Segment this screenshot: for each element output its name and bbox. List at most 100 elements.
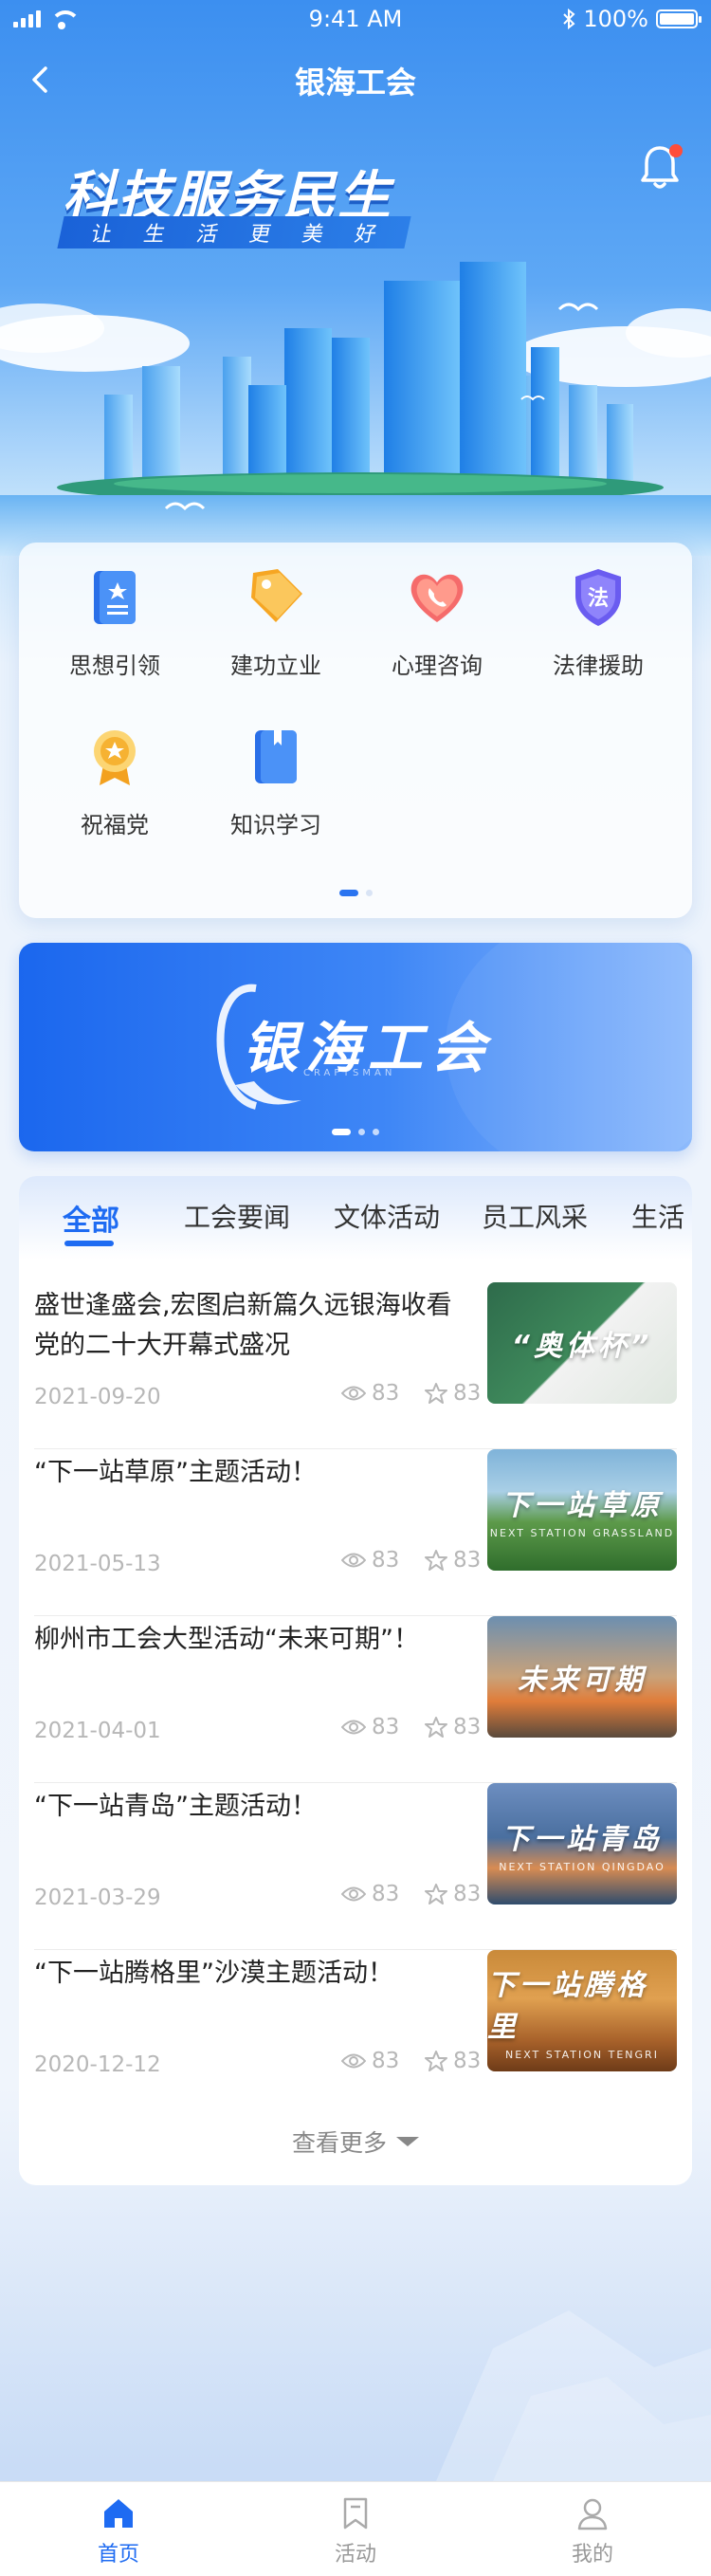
eye-icon [341,1553,366,1568]
eye-icon [341,1720,366,1735]
news-views: 83 [341,2049,399,2073]
news-title: “下一站青岛”主题活动！ [34,1792,317,1821]
func-item-blessing[interactable]: 祝福党 [34,702,195,844]
page-title: 银海工会 [294,64,416,101]
banner-pager [19,1129,692,1135]
news-item[interactable]: 盛世逢盛会,宏图启新篇久远银海收看党的二十大开幕式盛况 2021-09-20 8… [34,1282,677,1449]
func-item-thought[interactable]: 思想引领 [34,543,195,685]
banner-subtitle: CRAFTSMAN [303,1068,396,1078]
views-count: 83 [372,1381,400,1406]
tab-bar-label: 我的 [571,2543,613,2567]
hero-subtitle-char: 美 [300,223,326,247]
caret-down-icon [396,2137,419,2146]
news-title: 柳州市工会大型活动“未来可期”！ [34,1625,419,1654]
heart-phone-icon [410,574,464,622]
eye-icon [341,2053,366,2069]
hero-subtitle-char: 好 [352,223,379,247]
stars-count: 83 [453,1548,482,1573]
bottom-tab-bar: 首页 活动 我的 [0,2481,711,2576]
news-item[interactable]: “下一站草原”主题活动！ 2021-05-13 83 83 下一站草原 NEXT… [34,1449,677,1616]
news-title: “下一站草原”主题活动！ [34,1458,317,1487]
tab-bar-label: 活动 [334,2543,376,2567]
tab-life[interactable]: 生活 [631,1197,684,1235]
status-time: 9:41 AM [308,6,403,32]
home-icon [104,2499,133,2528]
tab-bar-activity[interactable]: 活动 [237,2482,474,2576]
views-count: 83 [372,2049,400,2073]
tab-culture-sports[interactable]: 文体活动 [334,1197,440,1235]
thumbnail-text: 未来可期 [518,1664,647,1697]
back-icon[interactable] [25,63,59,97]
tab-bar-profile[interactable]: 我的 [474,2482,711,2576]
notebook-icon [255,730,297,783]
star-icon [425,1383,447,1404]
hero-banner: 科技服务民生 让 生 活 更 美 好 [0,120,711,556]
news-thumbnail: 下一站青岛 NEXT STATION QINGDAO [487,1783,677,1904]
status-bar: 9:41 AM 100% [0,0,711,38]
views-count: 83 [372,1548,400,1573]
category-tabs: 全部 工会要闻 文体活动 员工风采 生活 [19,1176,692,1260]
law-shield-icon: 法 [575,569,621,626]
bookmark-icon [343,2497,368,2530]
star-icon [425,1550,447,1571]
svg-text:法: 法 [588,587,609,611]
hero-subtitle: 让 生 活 更 美 好 [57,216,411,248]
medal-icon [94,730,136,785]
star-icon [425,1717,447,1738]
view-more-label: 查看更多 [291,2129,387,2157]
eye-icon [341,1386,366,1401]
pager-dot-active [338,890,358,896]
pager-dot-active [332,1129,351,1135]
function-grid: 思想引领 建功立业 心理咨询 法 法律援助 祝福党 知识学习 [19,543,692,918]
bottom-decoration [436,2310,711,2481]
thumbnail-subtext: NEXT STATION GRASSLAND [489,1526,675,1539]
thumbnail-text: 下一站青岛 [501,1822,663,1856]
tab-underline [64,1241,114,1246]
news-thumbnail: 下一站草原 NEXT STATION GRASSLAND [487,1449,677,1571]
func-item-learning[interactable]: 知识学习 [195,702,356,844]
news-item[interactable]: “下一站腾格里”沙漠主题活动！ 2020-12-12 83 83 下一站腾格里 … [34,1950,677,2117]
tab-union-news[interactable]: 工会要闻 [184,1197,290,1235]
func-item-achievement[interactable]: 建功立业 [195,543,356,685]
hero-subtitle-char: 让 [88,223,115,247]
news-date: 2021-09-20 [34,1385,161,1409]
hero-subtitle-char: 活 [193,223,221,247]
news-item[interactable]: 柳州市工会大型活动“未来可期”！ 2021-04-01 83 83 未来可期 [34,1616,677,1783]
view-more-button[interactable]: 查看更多 [19,2125,692,2159]
func-label: 祝福党 [81,812,149,838]
news-section: 全部 工会要闻 文体活动 员工风采 生活 盛世逢盛会,宏图启新篇久远银海收看党的… [19,1176,692,2185]
news-stars: 83 [425,1715,481,1739]
func-label: 建功立业 [230,653,321,679]
func-item-legal[interactable]: 法 法律援助 [518,543,679,685]
func-item-counseling[interactable]: 心理咨询 [356,543,518,685]
union-banner[interactable]: 银海工会 CRAFTSMAN [19,943,692,1151]
eye-icon [341,1886,366,1902]
stars-count: 83 [453,1381,482,1406]
book-icon [94,571,136,624]
func-label: 思想引领 [69,653,160,679]
news-stars: 83 [425,2049,481,2073]
stars-count: 83 [453,1715,482,1739]
thumbnail-subtext: NEXT STATION QINGDAO [499,1860,665,1873]
news-date: 2020-12-12 [34,2052,161,2077]
func-label: 知识学习 [230,812,321,838]
news-item[interactable]: “下一站青岛”主题活动！ 2021-03-29 83 83 下一站青岛 NEXT… [34,1783,677,1950]
news-title: 盛世逢盛会,宏图启新篇久远银海收看党的二十大开幕式盛况 [34,1291,452,1360]
news-stars: 83 [425,1381,481,1406]
thumbnail-text: “奥体杯” [511,1330,653,1363]
news-views: 83 [341,1715,399,1739]
news-views: 83 [341,1381,399,1406]
news-date: 2021-04-01 [34,1719,161,1743]
pager-dot [358,1129,365,1135]
news-views: 83 [341,1548,399,1573]
tab-bar-home[interactable]: 首页 [0,2482,237,2576]
news-thumbnail: 未来可期 [487,1616,677,1738]
tab-all[interactable]: 全部 [63,1197,119,1239]
func-label: 心理咨询 [392,653,483,679]
stars-count: 83 [453,2049,482,2073]
user-icon [577,2498,608,2530]
func-label: 法律援助 [553,653,644,679]
tab-bar-label: 首页 [97,2543,139,2567]
tab-staff-style[interactable]: 员工风采 [482,1197,588,1235]
star-icon [425,2051,447,2071]
